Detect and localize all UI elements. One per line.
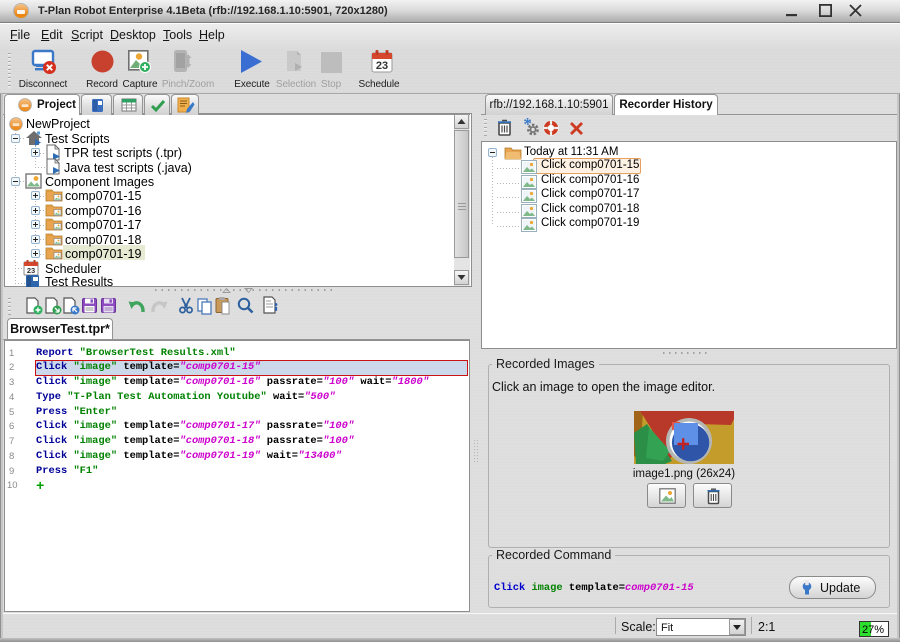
svg-text:23: 23 (376, 60, 388, 72)
